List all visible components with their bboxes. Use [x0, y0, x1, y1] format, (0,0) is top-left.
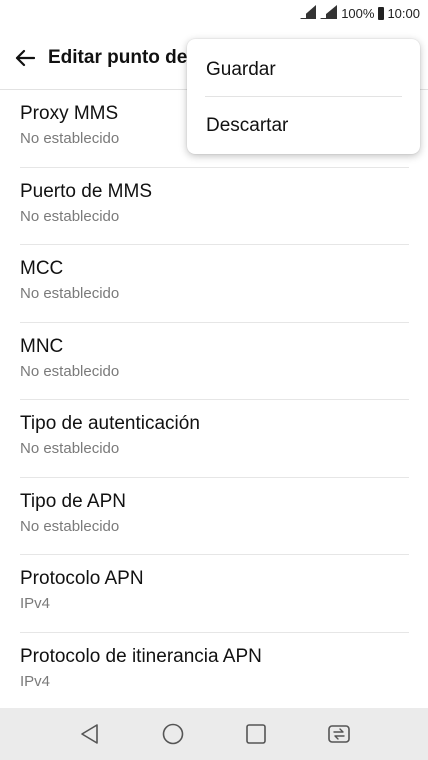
back-triangle-icon [81, 724, 98, 744]
recents-square-icon [246, 724, 266, 744]
navigation-bar [0, 708, 428, 760]
list-item-title: Protocolo de itinerancia APN [20, 645, 262, 667]
list-item-title: Protocolo APN [20, 568, 144, 589]
nav-back-button[interactable] [60, 708, 120, 760]
list-item-title: Puerto de MMS [20, 180, 152, 202]
list-item-summary: No establecido [20, 362, 120, 380]
list-item-summary: No establecido [20, 285, 120, 302]
overflow-menu: Guardar Descartar [187, 39, 420, 154]
list-item-title: Tipo de autenticación [20, 413, 200, 434]
list-item[interactable]: MCC No establecido [20, 245, 409, 323]
list-item[interactable]: Tipo de APN No establecido [20, 478, 409, 555]
list-item-title: MCC [20, 258, 64, 279]
nav-dual-window-button[interactable] [309, 708, 369, 760]
list-item[interactable]: Protocolo APN IPv4 [20, 555, 409, 633]
list-item-summary: IPv4 [20, 672, 51, 690]
arrow-left-icon [15, 49, 35, 67]
clock: 10:00 [387, 5, 420, 21]
menu-item-save[interactable]: Guardar [187, 42, 420, 98]
back-button[interactable] [2, 34, 48, 82]
home-circle-icon [162, 723, 184, 745]
list-item[interactable]: Protocolo de itinerancia APN IPv4 [20, 633, 409, 711]
settings-list: Proxy MMS No establecido Puerto de MMS N… [20, 90, 409, 710]
list-item[interactable]: Tipo de autenticación No establecido [20, 400, 409, 478]
menu-divider [205, 96, 402, 97]
list-item-summary: IPv4 [20, 595, 51, 612]
list-item-summary: No establecido [20, 207, 120, 225]
list-item-title: MNC [20, 335, 64, 357]
signal-icon [300, 4, 338, 22]
list-item-summary: No establecido [20, 517, 120, 535]
dual-window-icon [328, 725, 350, 743]
list-item[interactable]: MNC No establecido [20, 323, 409, 400]
list-item-title: Tipo de APN [20, 490, 126, 512]
menu-item-discard[interactable]: Descartar [187, 98, 420, 154]
list-item-summary: No establecido [20, 440, 120, 457]
nav-home-button[interactable] [143, 708, 203, 760]
list-item[interactable]: Puerto de MMS No establecido [20, 168, 409, 245]
battery-icon [378, 6, 385, 20]
status-bar: 100% 10:00 [0, 0, 428, 26]
nav-recents-button[interactable] [226, 708, 286, 760]
battery-percent: 100% [341, 5, 375, 21]
